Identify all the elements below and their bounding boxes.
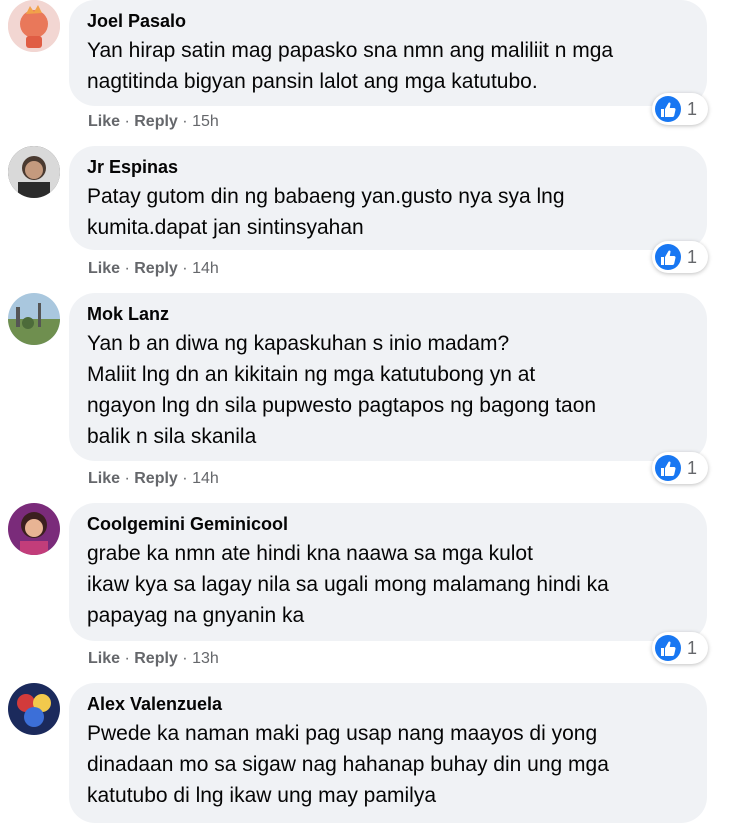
timestamp[interactable]: 15h [192, 113, 219, 130]
comment-actions: Like · Reply · 14h [88, 260, 219, 278]
comment-author[interactable]: Jr Espinas [87, 156, 687, 178]
reaction-badge[interactable]: 1 [652, 93, 708, 125]
avatar[interactable] [8, 683, 60, 735]
comment-text-line: Patay gutom din ng babaeng yan.gusto nya… [87, 185, 565, 208]
timestamp[interactable]: 13h [192, 650, 219, 667]
comment-text-line: grabe ka nmn ate hindi kna naawa sa mga … [87, 542, 533, 565]
comment-text-line: ngayon lng dn sila pupwesto pagtapos ng … [87, 394, 597, 417]
reaction-count: 1 [687, 457, 698, 478]
separator: · [124, 113, 130, 130]
comment-bubble: Joel Pasalo Yan hirap satin mag papasko … [69, 0, 707, 106]
separator: · [182, 260, 188, 277]
comment-text-line: kumita.dapat jan sintinsyahan [87, 216, 364, 239]
like-link[interactable]: Like [88, 470, 120, 487]
comment-bubble: Alex Valenzuela Pwede ka naman maki pag … [69, 683, 707, 823]
avatar[interactable] [8, 503, 60, 555]
comment-text-line: Yan hirap satin mag papasko sna nmn ang … [87, 39, 614, 62]
reply-link[interactable]: Reply [134, 650, 178, 667]
comment-text-line: ikaw kya sa lagay nila sa ugali mong mal… [87, 573, 609, 596]
timestamp[interactable]: 14h [192, 260, 219, 277]
reaction-badge[interactable]: 1 [652, 452, 708, 484]
like-link[interactable]: Like [88, 650, 120, 667]
avatar[interactable] [8, 0, 60, 52]
comment-bubble: Jr Espinas Patay gutom din ng babaeng ya… [69, 146, 707, 250]
like-thumb-icon [655, 455, 681, 481]
like-thumb-icon [655, 96, 681, 122]
avatar[interactable] [8, 293, 60, 345]
separator: · [182, 113, 188, 130]
separator: · [124, 470, 130, 487]
comment-author[interactable]: Mok Lanz [87, 303, 687, 325]
timestamp[interactable]: 14h [192, 470, 219, 487]
comment-author[interactable]: Alex Valenzuela [87, 693, 687, 715]
comment-author[interactable]: Joel Pasalo [87, 10, 687, 32]
comment-text-line: Maliit lng dn an kikitain ng mga katutub… [87, 363, 536, 386]
comment-text-line: Yan b an diwa ng kapaskuhan s inio madam… [87, 332, 510, 355]
comment-actions: Like · Reply · 14h [88, 470, 219, 488]
comment-text-line: katutubo di lng ikaw ung may pamilya [87, 784, 437, 807]
comment-text-line: balik n sila skanila [87, 425, 257, 448]
reaction-badge[interactable]: 1 [652, 632, 708, 664]
reply-link[interactable]: Reply [134, 470, 178, 487]
like-thumb-icon [655, 244, 681, 270]
like-link[interactable]: Like [88, 260, 120, 277]
reaction-count: 1 [687, 637, 698, 658]
comment-bubble: Coolgemini Geminicool grabe ka nmn ate h… [69, 503, 707, 641]
reaction-count: 1 [687, 98, 698, 119]
comment-actions: Like · Reply · 13h [88, 650, 219, 668]
comment-text-line: nagtitinda bigyan pansin lalot ang mga k… [87, 70, 538, 93]
separator: · [182, 650, 188, 667]
reply-link[interactable]: Reply [134, 113, 178, 130]
avatar[interactable] [8, 146, 60, 198]
comment-bubble: Mok Lanz Yan b an diwa ng kapaskuhan s i… [69, 293, 707, 461]
separator: · [124, 260, 130, 277]
like-thumb-icon [655, 635, 681, 661]
comment-author[interactable]: Coolgemini Geminicool [87, 513, 687, 535]
comment-text-line: Pwede ka naman maki pag usap nang maayos… [87, 722, 598, 745]
comment-text-line: papayag na gnyanin ka [87, 604, 305, 627]
separator: · [124, 650, 130, 667]
like-link[interactable]: Like [88, 113, 120, 130]
reaction-badge[interactable]: 1 [652, 241, 708, 273]
comment-actions: Like · Reply · 15h [88, 113, 219, 131]
comment-text-line: dinadaan mo sa sigaw nag hahanap buhay d… [87, 753, 609, 776]
reply-link[interactable]: Reply [134, 260, 178, 277]
separator: · [182, 470, 188, 487]
reaction-count: 1 [687, 246, 698, 267]
